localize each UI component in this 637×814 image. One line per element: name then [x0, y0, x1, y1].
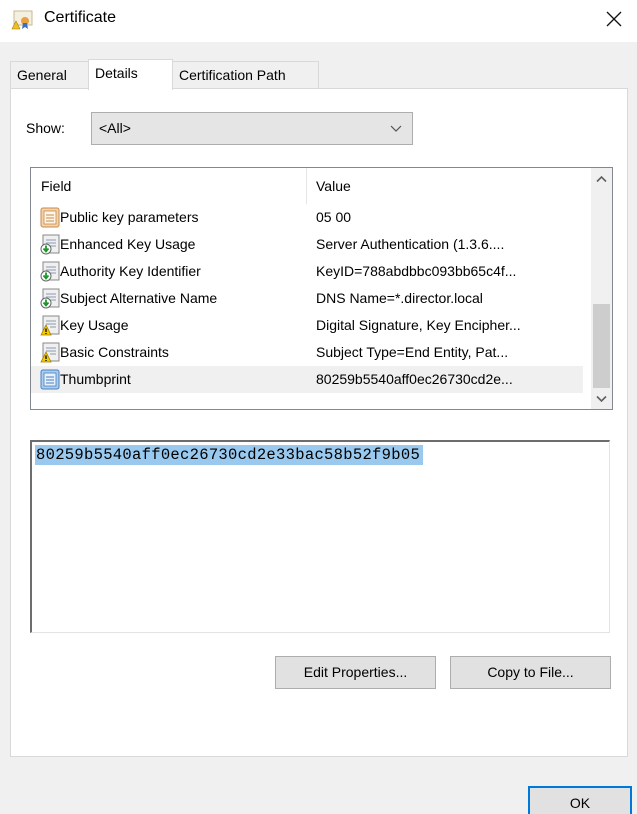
certificate-icon [11, 10, 33, 30]
list-item[interactable]: Subject Alternative Name DNS Name=*.dire… [31, 285, 583, 312]
fields-list[interactable]: Field Value Public key parameters 05 00 [30, 167, 613, 410]
extension-icon [40, 261, 60, 282]
field-value: KeyID=788abdbbc093bb65c4f... [316, 263, 517, 279]
list-item[interactable]: Basic Constraints Subject Type=End Entit… [31, 339, 583, 366]
close-button[interactable] [591, 0, 637, 38]
title-bar: Certificate [0, 0, 637, 42]
show-label: Show: [26, 120, 65, 136]
public-key-icon [40, 207, 60, 228]
close-icon [606, 11, 622, 27]
scroll-up-button[interactable] [591, 168, 612, 189]
list-item[interactable]: Authority Key Identifier KeyID=788abdbbc… [31, 258, 583, 285]
extension-icon [40, 288, 60, 309]
list-item[interactable]: Key Usage Digital Signature, Key Enciphe… [31, 312, 583, 339]
thumbprint-value[interactable]: 80259b5540aff0ec26730cd2e33bac58b52f9b05 [35, 445, 424, 465]
window-title: Certificate [44, 9, 117, 26]
list-item-selected[interactable]: Thumbprint 80259b5540aff0ec26730cd2e... [31, 366, 583, 393]
tab-certification-path[interactable]: Certification Path [172, 61, 319, 89]
details-panel: Show: <All> Field Value Public key param… [10, 88, 628, 757]
field-value: Digital Signature, Key Encipher... [316, 317, 521, 333]
field-value: DNS Name=*.director.local [316, 290, 483, 306]
critical-extension-icon [40, 342, 60, 363]
field-name: Key Usage [60, 317, 129, 333]
chevron-up-icon [596, 175, 607, 182]
column-header-value[interactable]: Value [316, 178, 351, 194]
tab-general[interactable]: General [10, 61, 89, 89]
field-name: Enhanced Key Usage [60, 236, 196, 252]
field-value: 80259b5540aff0ec26730cd2e... [316, 371, 513, 387]
field-value: Subject Type=End Entity, Pat... [316, 344, 509, 360]
copy-to-file-button[interactable]: Copy to File... [450, 656, 611, 689]
field-name: Basic Constraints [60, 344, 169, 360]
field-name: Public key parameters [60, 209, 199, 225]
field-name: Thumbprint [60, 371, 131, 387]
show-dropdown[interactable]: <All> [91, 112, 413, 145]
list-header: Field Value [31, 168, 591, 204]
dialog-client-area: General Details Certification Path Show:… [0, 42, 637, 814]
edit-properties-button[interactable]: Edit Properties... [275, 656, 436, 689]
extension-icon [40, 234, 60, 255]
show-dropdown-value: <All> [99, 120, 131, 136]
field-name: Subject Alternative Name [60, 290, 218, 306]
column-header-field[interactable]: Field [41, 178, 71, 194]
field-value: Server Authentication (1.3.6.... [316, 236, 505, 252]
field-value: 05 00 [316, 209, 352, 225]
field-name: Authority Key Identifier [60, 263, 201, 279]
scrollbar-thumb[interactable] [593, 304, 610, 388]
field-value-textbox[interactable]: 80259b5540aff0ec26730cd2e33bac58b52f9b05 [30, 440, 610, 633]
scroll-down-button[interactable] [591, 388, 612, 409]
ok-button[interactable]: OK [528, 786, 632, 814]
critical-extension-icon [40, 315, 60, 336]
column-divider[interactable] [306, 168, 307, 204]
property-icon [40, 369, 60, 390]
tab-details[interactable]: Details [88, 59, 173, 90]
vertical-scrollbar[interactable] [591, 168, 612, 409]
chevron-down-icon [390, 125, 402, 132]
list-item[interactable]: Public key parameters 05 00 [31, 204, 583, 231]
chevron-down-icon [596, 395, 607, 402]
list-item[interactable]: Enhanced Key Usage Server Authentication… [31, 231, 583, 258]
